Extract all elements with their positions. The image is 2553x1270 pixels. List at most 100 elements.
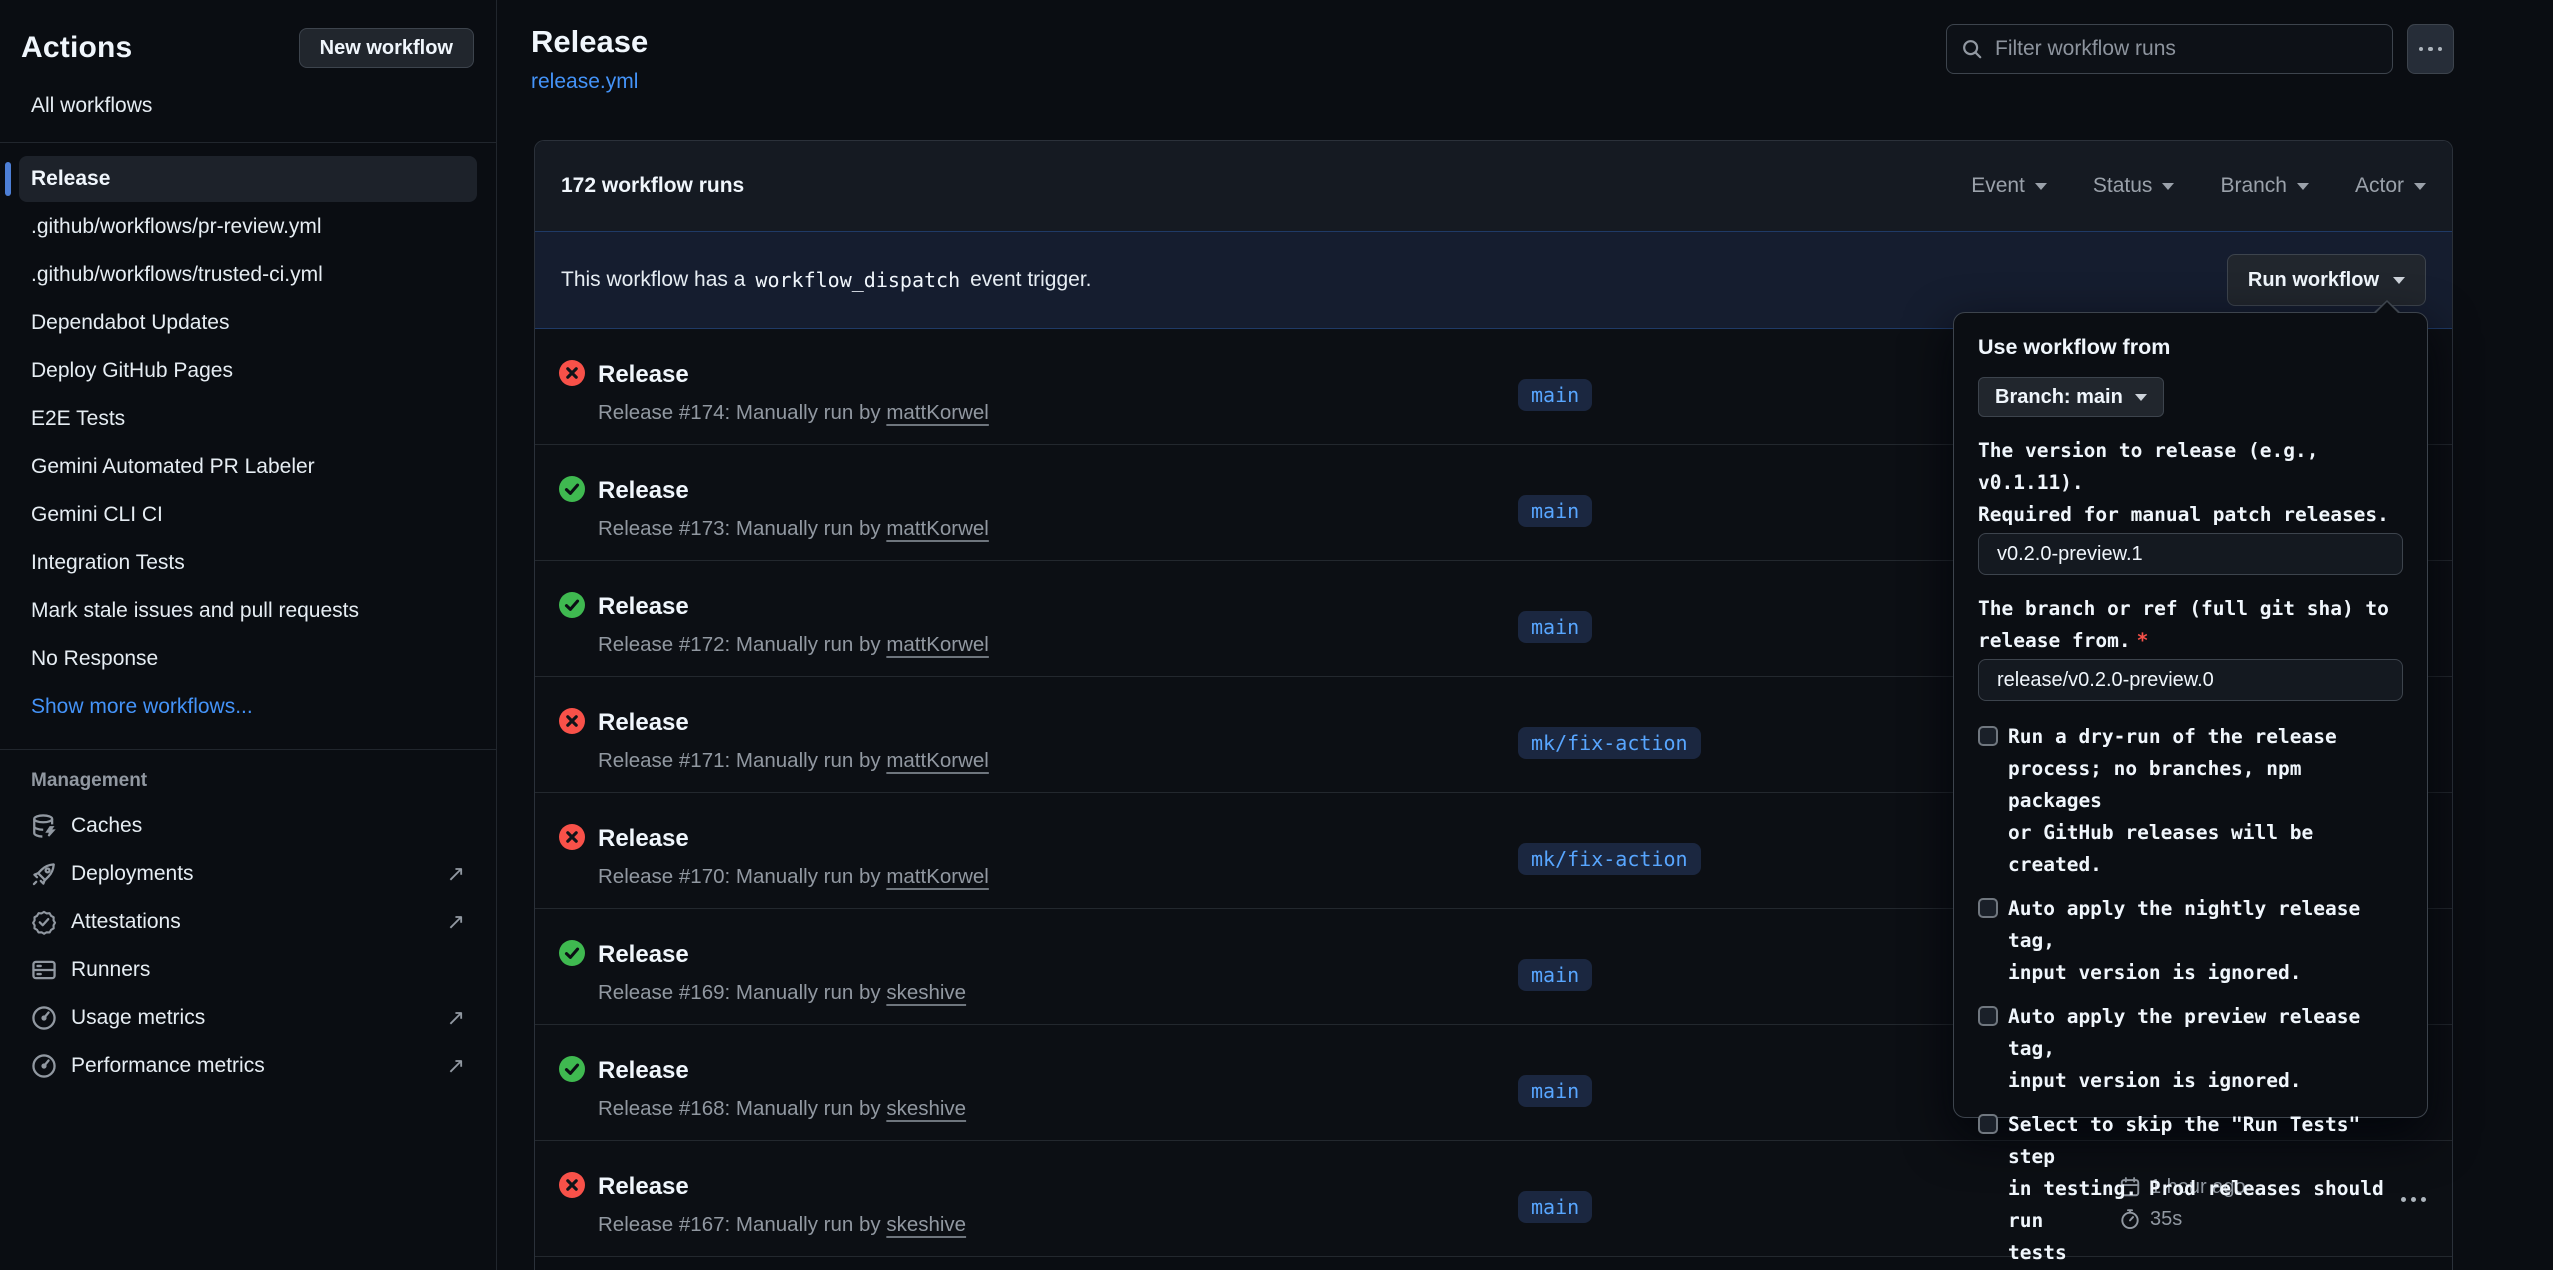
search-icon — [1961, 38, 1983, 60]
workflow-options-button[interactable] — [2407, 24, 2454, 74]
ref-input[interactable] — [1978, 659, 2403, 701]
run-count: 172 workflow runs — [561, 174, 744, 198]
run-title[interactable]: Release — [598, 1173, 689, 1201]
branch-selector-button[interactable]: Branch: main — [1978, 377, 2164, 417]
sidebar-workflow-item[interactable]: E2E Tests — [19, 395, 477, 443]
ref-description-text: The branch or ref (full git sha) to rele… — [1978, 597, 2389, 652]
sidebar-workflow-item[interactable]: .github/workflows/trusted-ci.yml — [19, 251, 477, 299]
sidebar-workflow-item[interactable]: Release — [19, 156, 477, 202]
version-input-description: The version to release (e.g., v0.1.11). … — [1978, 435, 2403, 531]
branch-badge[interactable]: main — [1518, 959, 1592, 991]
branch-badge[interactable]: mk/fix-action — [1518, 727, 1701, 759]
run-description: Release #172: Manually run by mattKorwel — [598, 633, 989, 657]
external-link-icon: ↗ — [447, 861, 465, 887]
run-description: Release #168: Manually run by skeshive — [598, 1097, 966, 1121]
sidebar-workflow-item[interactable]: Mark stale issues and pull requests — [19, 587, 477, 635]
sidebar-management-item[interactable]: Caches — [19, 802, 477, 850]
run-actor-link[interactable]: mattKorwel — [886, 749, 989, 772]
banner-text: This workflow has a — [561, 268, 745, 292]
x-circle-icon — [559, 360, 585, 386]
sidebar-workflow-item[interactable]: Deploy GitHub Pages — [19, 347, 477, 395]
caret-down-icon — [2135, 394, 2147, 401]
sidebar-management-item[interactable]: Deployments ↗ — [19, 850, 477, 898]
sidebar-divider — [0, 749, 496, 750]
banner-text: event trigger. — [970, 268, 1091, 292]
sidebar-workflow-item-label: Gemini CLI CI — [31, 503, 163, 527]
version-input[interactable] — [1978, 533, 2403, 575]
run-actor-link[interactable]: skeshive — [886, 1097, 966, 1120]
sidebar-workflow-item[interactable]: Dependabot Updates — [19, 299, 477, 347]
run-title[interactable]: Release — [598, 593, 689, 621]
sidebar-item-all-workflows[interactable]: All workflows — [31, 94, 152, 118]
run-filter-dropdown[interactable]: Actor — [2355, 174, 2426, 198]
run-filter-dropdown[interactable]: Branch — [2220, 174, 2309, 198]
run-title[interactable]: Release — [598, 709, 689, 737]
branch-badge[interactable]: mk/fix-action — [1518, 843, 1701, 875]
sidebar-workflow-item[interactable]: Integration Tests — [19, 539, 477, 587]
branch-badge[interactable]: main — [1518, 1075, 1592, 1107]
run-filter-dropdown[interactable]: Status — [2093, 174, 2175, 198]
required-marker: * — [2137, 629, 2149, 652]
caret-down-icon — [2414, 183, 2426, 190]
run-workflow-dropdown-button[interactable]: Run workflow — [2227, 254, 2426, 306]
x-circle-icon — [559, 1172, 585, 1198]
sidebar-workflow-item-label: .github/workflows/pr-review.yml — [31, 215, 322, 239]
run-title[interactable]: Release — [598, 361, 689, 389]
filter-workflow-runs-input[interactable] — [1995, 37, 2378, 61]
sidebar-workflow-item-label: E2E Tests — [31, 407, 125, 431]
checkbox-label: Select to skip the "Run Tests" step in t… — [2008, 1109, 2403, 1269]
run-actor-link[interactable]: mattKorwel — [886, 517, 989, 540]
run-description: Release #174: Manually run by mattKorwel — [598, 401, 989, 425]
sidebar-management-item[interactable]: Usage metrics ↗ — [19, 994, 477, 1042]
sidebar-workflow-item[interactable]: Gemini Automated PR Labeler — [19, 443, 477, 491]
run-title[interactable]: Release — [598, 1057, 689, 1085]
run-title[interactable]: Release — [598, 477, 689, 505]
sidebar-workflow-item-label: No Response — [31, 647, 158, 671]
sidebar-workflow-item[interactable]: Gemini CLI CI — [19, 491, 477, 539]
sidebar-workflow-item[interactable]: .github/workflows/pr-review.yml — [19, 203, 477, 251]
workflow-file-link[interactable]: release.yml — [531, 70, 638, 94]
sidebar-management-item-label: Performance metrics — [71, 1054, 265, 1078]
run-actor-link[interactable]: mattKorwel — [886, 633, 989, 656]
branch-badge[interactable]: main — [1518, 495, 1592, 527]
sidebar-management-item-label: Caches — [71, 814, 142, 838]
check-circle-icon — [559, 940, 585, 966]
run-actor-link[interactable]: skeshive — [886, 981, 966, 1004]
checkbox[interactable] — [1978, 1114, 1998, 1134]
run-actor-link[interactable]: mattKorwel — [886, 865, 989, 888]
run-actor-link[interactable]: mattKorwel — [886, 401, 989, 424]
run-actor-link[interactable]: skeshive — [886, 1213, 966, 1236]
branch-badge[interactable]: main — [1518, 379, 1592, 411]
x-circle-icon — [559, 708, 585, 734]
run-filter-label: Event — [1971, 174, 2025, 198]
sidebar-workflow-item-label: Dependabot Updates — [31, 311, 230, 335]
run-filter-label: Branch — [2220, 174, 2287, 198]
banner-code: workflow_dispatch — [755, 268, 960, 292]
caret-down-icon — [2393, 277, 2405, 284]
branch-badge[interactable]: main — [1518, 611, 1592, 643]
workflow-list: Release .github/workflows/pr-review.yml … — [0, 143, 496, 731]
run-title[interactable]: Release — [598, 941, 689, 969]
new-workflow-button[interactable]: New workflow — [299, 28, 474, 68]
checkbox[interactable] — [1978, 898, 1998, 918]
run-filter-dropdown[interactable]: Event — [1971, 174, 2047, 198]
checkbox[interactable] — [1978, 1006, 1998, 1026]
checkbox[interactable] — [1978, 726, 1998, 746]
run-workflow-dropdown-label: Run workflow — [2248, 269, 2379, 292]
sidebar-management-item[interactable]: Attestations ↗ — [19, 898, 477, 946]
verified-icon — [31, 909, 57, 935]
sidebar-workflow-item[interactable]: Show more workflows... — [19, 683, 477, 731]
checkbox-label: Run a dry-run of the release process; no… — [2008, 721, 2403, 881]
dialog-checkbox-row: Run a dry-run of the release process; no… — [1978, 721, 2403, 881]
checkbox-label: Auto apply the nightly release tag, inpu… — [2008, 893, 2403, 989]
sidebar-management-item[interactable]: Performance metrics ↗ — [19, 1042, 477, 1090]
github-actions-page: Actions New workflow All workflows Relea… — [0, 0, 2553, 1270]
server-icon — [31, 957, 57, 983]
dialog-checkbox-row: Auto apply the nightly release tag, inpu… — [1978, 893, 2403, 989]
branch-badge[interactable]: main — [1518, 1191, 1592, 1223]
run-title[interactable]: Release — [598, 825, 689, 853]
sidebar-workflow-item[interactable]: No Response — [19, 635, 477, 683]
check-circle-icon — [559, 476, 585, 502]
sidebar-management-item[interactable]: Runners — [19, 946, 477, 994]
caret-down-icon — [2035, 183, 2047, 190]
